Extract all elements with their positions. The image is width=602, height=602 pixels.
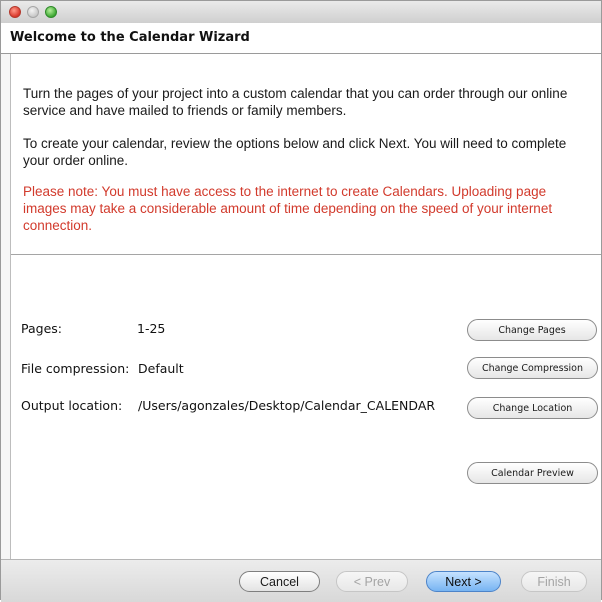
window-titlebar[interactable] xyxy=(1,1,601,24)
output-location-value: /Users/agonzales/Desktop/Calendar_CALEND… xyxy=(138,398,436,413)
wizard-window: Welcome to the Calendar Wizard Turn the … xyxy=(0,0,602,602)
calendar-preview-button[interactable]: Calendar Preview xyxy=(467,462,598,484)
pages-value: 1-25 xyxy=(137,321,166,336)
wizard-button-bar: Cancel < Prev Next > Finish xyxy=(1,559,601,602)
finish-button[interactable]: Finish xyxy=(521,571,587,592)
output-location-label: Output location: xyxy=(21,398,123,413)
wizard-heading: Welcome to the Calendar Wizard xyxy=(1,23,601,54)
next-button[interactable]: Next > xyxy=(426,571,501,592)
file-compression-value: Default xyxy=(138,361,184,376)
change-pages-button[interactable]: Change Pages xyxy=(467,319,597,341)
file-compression-label: File compression: xyxy=(21,361,130,376)
intro-paragraph: Turn the pages of your project into a cu… xyxy=(23,86,568,118)
left-gutter xyxy=(1,54,11,559)
section-divider xyxy=(11,254,601,255)
prev-button[interactable]: < Prev xyxy=(336,571,408,592)
cancel-button[interactable]: Cancel xyxy=(239,571,320,592)
zoom-window-button[interactable] xyxy=(45,6,57,18)
close-window-button[interactable] xyxy=(9,6,21,18)
change-location-button[interactable]: Change Location xyxy=(467,397,598,419)
internet-warning-note: Please note: You must have access to the… xyxy=(23,184,553,233)
minimize-window-button[interactable] xyxy=(27,6,39,18)
pages-label: Pages: xyxy=(21,321,62,336)
change-compression-button[interactable]: Change Compression xyxy=(467,357,598,379)
wizard-title: Welcome to the Calendar Wizard xyxy=(10,30,250,45)
instructions-paragraph: To create your calendar, review the opti… xyxy=(23,136,567,168)
